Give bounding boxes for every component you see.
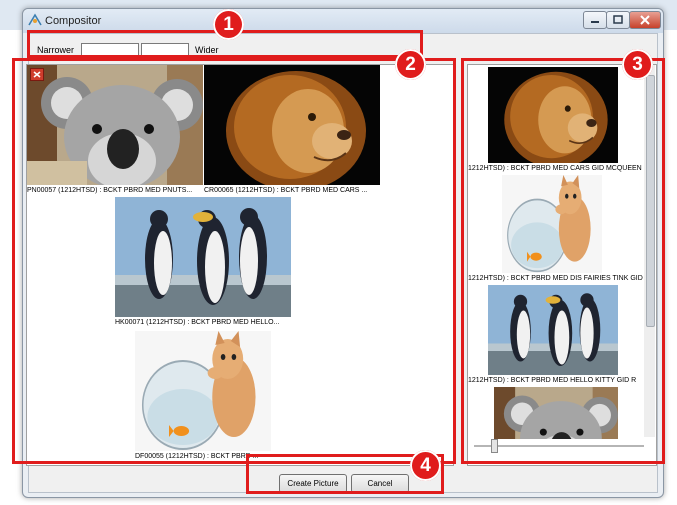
title-bar[interactable]: Compositor — [23, 9, 663, 33]
callout-badge-4: 4 — [410, 450, 441, 481]
callout-badge-2: 2 — [395, 49, 426, 80]
maximize-icon — [613, 15, 623, 24]
wider-input[interactable] — [141, 43, 189, 56]
picture-caption: PN00057 (1212HTSD) : BCKT PBRD MED PNUTS… — [27, 187, 193, 194]
narrower-input[interactable] — [81, 43, 139, 56]
picture-lion[interactable] — [204, 65, 380, 185]
minimize-button[interactable] — [583, 11, 607, 29]
close-icon — [640, 15, 650, 25]
maximize-button[interactable] — [606, 11, 630, 29]
cancel-button[interactable]: Cancel — [351, 474, 409, 493]
picture-library-panel[interactable]: 1212HTSD) : BCKT PBRD MED CARS GID MCQUE… — [467, 64, 657, 466]
picture-caption: DF00055 (1212HTSD) : BCKT PBRD ... — [135, 453, 259, 460]
create-picture-button[interactable]: Create Picture — [279, 474, 347, 493]
picture-penguins[interactable] — [115, 197, 291, 317]
scrollbar-thumb[interactable] — [646, 75, 655, 327]
composition-panel[interactable]: PN00057 (1212HTSD) : BCKT PBRD MED PNUTS… — [26, 64, 454, 466]
library-picture-kitten-fishbowl[interactable] — [502, 175, 602, 273]
library-picture-koala[interactable] — [494, 387, 618, 439]
library-picture-lion[interactable] — [488, 67, 618, 163]
minimize-icon — [591, 21, 599, 23]
library-caption: 1212HTSD) : BCKT PBRD MED CARS GID MCQUE… — [468, 165, 642, 172]
compositor-window: Compositor Narrower Wider PN00057 (1212H… — [22, 8, 664, 498]
remove-picture-button[interactable] — [30, 68, 44, 81]
window-title: Compositor — [45, 15, 102, 27]
library-picture-penguins[interactable] — [488, 285, 618, 375]
callout-badge-1: 1 — [213, 9, 244, 40]
client-area: Narrower Wider PN00057 (1212HTSD) : BCKT… — [26, 33, 658, 493]
close-x-icon — [33, 71, 41, 78]
picture-koala[interactable] — [27, 65, 203, 185]
callout-badge-3: 3 — [622, 49, 653, 80]
picture-caption: HK00071 (1212HTSD) : BCKT PBRD MED HELLO… — [115, 319, 280, 326]
app-icon — [28, 13, 42, 26]
picture-kitten-fishbowl[interactable] — [135, 331, 271, 451]
vertical-scrollbar[interactable] — [644, 65, 655, 437]
picture-caption: CR00065 (1212HTSD) : BCKT PBRD MED CARS … — [204, 187, 368, 194]
library-caption: 1212HTSD) : BCKT PBRD MED DIS FAIRIES TI… — [468, 275, 643, 282]
close-button[interactable] — [629, 11, 661, 29]
narrower-label: Narrower — [37, 45, 75, 55]
slider-thumb[interactable] — [491, 439, 498, 453]
wider-label: Wider — [195, 45, 219, 55]
library-caption: 1212HTSD) : BCKT PBRD MED HELLO KITTY GI… — [468, 377, 637, 384]
thumbnail-size-slider[interactable] — [474, 445, 644, 447]
